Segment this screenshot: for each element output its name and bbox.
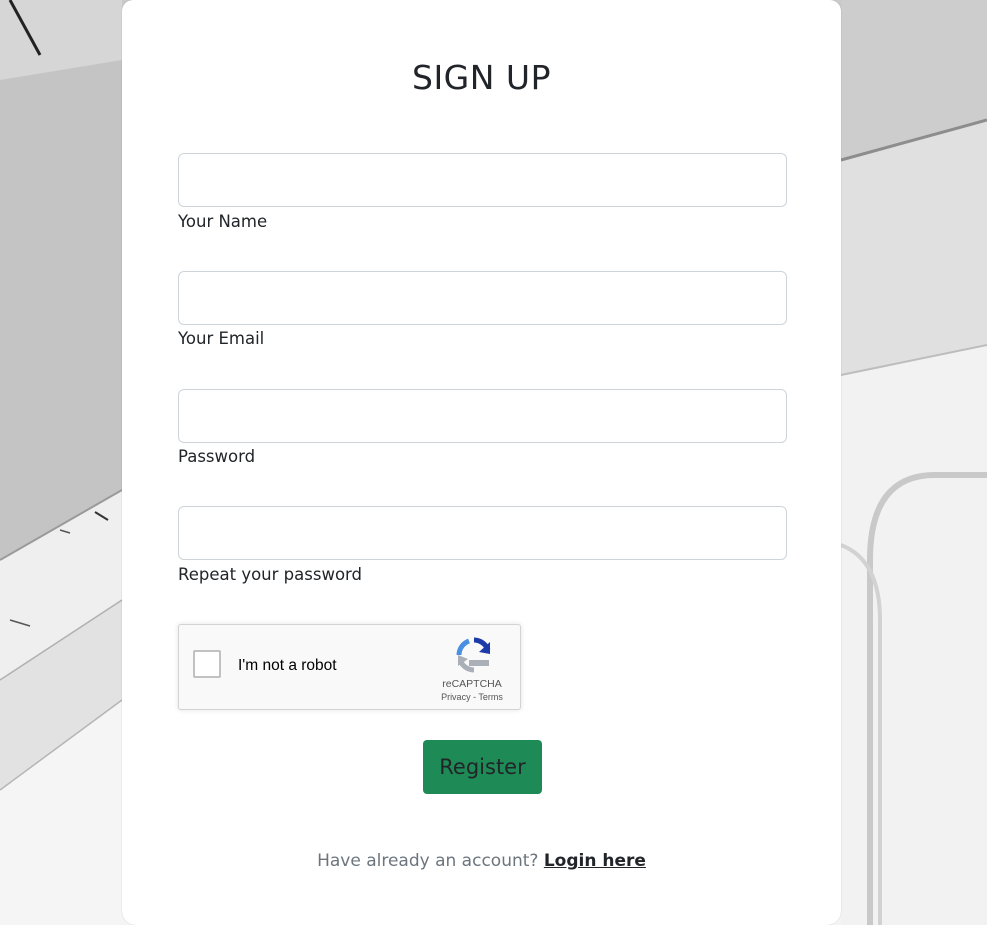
repeat-password-label: Repeat your password	[178, 565, 363, 584]
name-input[interactable]	[178, 153, 787, 207]
login-prompt-line: Have already an account? Login here	[122, 851, 841, 871]
recaptcha-terms-link[interactable]: Terms	[478, 692, 503, 702]
recaptcha-privacy-link[interactable]: Privacy	[441, 692, 471, 702]
recaptcha-logo-icon	[456, 637, 491, 673]
password-label: Password	[178, 447, 256, 466]
recaptcha-checkbox[interactable]	[193, 650, 221, 678]
name-label: Your Name	[178, 212, 268, 231]
recaptcha-label: I'm not a robot	[238, 657, 337, 674]
recaptcha-brand: reCAPTCHA	[442, 678, 502, 690]
register-button[interactable]: Register	[423, 740, 542, 794]
recaptcha-links: Privacy - Terms	[432, 692, 512, 702]
login-link[interactable]: Login here	[544, 851, 646, 871]
login-prompt-text: Have already an account?	[317, 851, 539, 871]
page-title: SIGN UP	[412, 58, 551, 97]
recaptcha-widget: I'm not a robot reCAPTCHA Privacy - Term…	[178, 624, 521, 710]
email-input[interactable]	[178, 271, 787, 325]
repeat-password-input[interactable]	[178, 506, 787, 560]
email-label: Your Email	[178, 329, 265, 348]
password-input[interactable]	[178, 389, 787, 443]
signup-card: SIGN UP Your Name Your Email Password Re…	[122, 0, 841, 925]
